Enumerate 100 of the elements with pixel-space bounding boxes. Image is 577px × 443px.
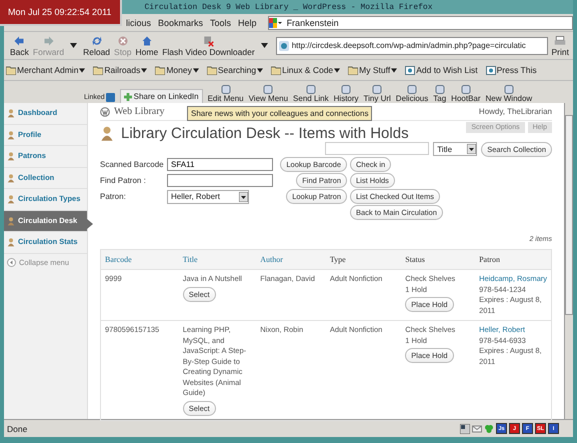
toolbar-button[interactable]: View Menu: [248, 85, 288, 103]
bookmark[interactable]: Merchant Admin: [6, 65, 86, 75]
toolbar-button[interactable]: Tag: [433, 85, 446, 103]
stop-icon: [116, 34, 129, 46]
toolbar-icon: [306, 85, 316, 94]
folder-icon: [271, 66, 282, 74]
folder-icon: [206, 66, 217, 74]
bookmark[interactable]: My Stuff: [348, 65, 398, 75]
caret-icon[interactable]: [334, 68, 340, 72]
collapse-icon: [7, 258, 16, 266]
caret-icon[interactable]: [79, 68, 86, 72]
nav-button[interactable]: Back: [8, 34, 31, 56]
folder-icon: [93, 66, 104, 74]
column-header: Type: [326, 250, 402, 270]
toolbar-icon: [460, 85, 471, 94]
column-header: Status: [401, 250, 476, 270]
page-icon: [486, 66, 496, 74]
pointer-icon: [87, 218, 93, 228]
status-text: Done: [6, 424, 28, 434]
toolbar-button[interactable]: New Window: [486, 85, 532, 103]
barcode-field[interactable]: SFA11: [167, 158, 273, 171]
clock-text: Mon Jul 25 09:22:54 2011: [0, 0, 122, 26]
person-icon: [7, 172, 15, 182]
caret-icon[interactable]: [70, 43, 78, 48]
column-header[interactable]: Author: [256, 250, 326, 270]
search-field[interactable]: Frankenstein: [268, 16, 573, 30]
mail-icon[interactable]: [472, 424, 482, 434]
back-arrow-icon: [13, 34, 26, 46]
field-label: Find Patron :: [100, 176, 146, 185]
toolbar-icon: [372, 85, 382, 94]
menu-item[interactable]: Help: [236, 18, 259, 28]
column-header[interactable]: Title: [178, 250, 256, 270]
search-field[interactable]: [325, 142, 430, 155]
bookmark[interactable]: Searching: [206, 65, 264, 75]
toolbar-button[interactable]: Tiny Url: [364, 85, 391, 103]
folder-icon: [6, 66, 16, 74]
caret-icon[interactable]: [260, 43, 268, 48]
dropdown-arrow-icon[interactable]: [467, 144, 476, 154]
forward-arrow-icon: [42, 34, 54, 46]
person-icon: [7, 216, 15, 226]
caret-icon[interactable]: [257, 68, 264, 72]
bookmark[interactable]: Add to Wish List: [405, 65, 478, 75]
person-icon: [7, 108, 15, 118]
field-label: Scanned Barcode: [100, 160, 164, 169]
dropdown-arrow-icon[interactable]: [239, 192, 248, 202]
menu-item[interactable]: Tools: [208, 18, 234, 28]
search-engine-icon[interactable]: [268, 18, 283, 28]
toolbar-icon: [341, 85, 352, 94]
person-icon: [7, 151, 15, 161]
linkedin-icon: [106, 93, 115, 102]
person-icon: [100, 124, 114, 142]
print-button[interactable]: Print: [550, 34, 571, 56]
column-header: Patron: [475, 250, 552, 270]
person-icon: [7, 237, 15, 247]
site-icon: [278, 40, 289, 50]
menu-item[interactable]: Bookmarks: [156, 18, 206, 28]
caret-icon[interactable]: [391, 68, 398, 72]
page-icon: [405, 66, 416, 74]
find-patron-field[interactable]: [167, 174, 273, 187]
person-icon: [7, 194, 15, 204]
toolbar-button[interactable]: Send Link: [293, 85, 329, 103]
status-icon[interactable]: [460, 424, 470, 434]
field-label: Patron:: [100, 192, 126, 201]
bookmark[interactable]: Money: [155, 65, 199, 75]
toolbar-button[interactable]: HootBar: [451, 85, 481, 103]
scrollbar[interactable]: [564, 103, 573, 419]
nav-button[interactable]: Reload: [81, 34, 112, 56]
address-field[interactable]: http://circdesk.deepsoft.com/wp-admin/admin.php?page=circulatic: [276, 36, 548, 54]
search-type-select[interactable]: Title: [433, 142, 478, 156]
person-icon: [7, 130, 15, 140]
tooltip: Share news with your colleagues and connections: [187, 106, 372, 121]
toolbar-icon: [220, 85, 231, 94]
column-header[interactable]: Barcode: [100, 250, 179, 270]
share-button[interactable]: Share on LinkedIn: [120, 89, 203, 103]
nav-button[interactable]: Home: [134, 34, 160, 56]
toolbar-icon: [263, 85, 274, 94]
site-title[interactable]: Web Library: [100, 106, 165, 117]
nav-button[interactable]: Flash Video Downloader: [160, 34, 257, 56]
wordpress-icon: [100, 106, 110, 116]
bookmark[interactable]: Railroads: [93, 65, 148, 75]
menu-item[interactable]: licious: [124, 18, 154, 28]
caret-icon[interactable]: [141, 68, 148, 72]
toolbar-button[interactable]: History: [334, 85, 359, 103]
plus-icon: [124, 92, 132, 100]
folder-icon: [155, 66, 166, 74]
folder-icon: [348, 66, 358, 74]
bookmark[interactable]: Press This: [486, 65, 537, 75]
printer-icon: [554, 34, 566, 46]
patron-select[interactable]: Heller, Robert: [167, 190, 249, 204]
caret-icon[interactable]: [192, 68, 199, 72]
toolbar-icon: [504, 85, 514, 94]
toolbar-icon: [434, 85, 445, 94]
toolbar-button[interactable]: Edit Menu: [208, 85, 244, 103]
download-icon: [202, 34, 214, 46]
reload-icon: [90, 34, 103, 46]
toolbar-button[interactable]: Delicious: [396, 85, 428, 103]
user-greeting[interactable]: Howdy, TheLibrarian: [478, 107, 552, 116]
toolbar-icon: [407, 85, 418, 94]
bookmark[interactable]: Linux & Code: [271, 65, 340, 75]
page-heading: Library Circulation Desk -- Items with Holds: [121, 124, 409, 142]
